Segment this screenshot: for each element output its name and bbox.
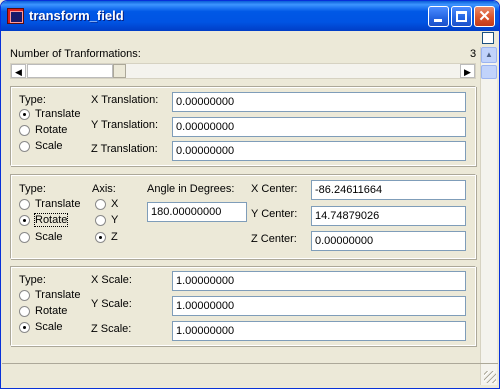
radio-dot — [19, 289, 30, 301]
radio-label: Rotate — [33, 213, 69, 227]
radio-dot — [19, 305, 30, 317]
radio-label: Scale — [35, 140, 63, 152]
radio-scale[interactable]: Scale — [19, 140, 63, 152]
corner-checkbox[interactable] — [482, 32, 494, 44]
scroll-up-button[interactable]: ▲ — [481, 47, 497, 63]
radio-label: Scale — [35, 231, 63, 243]
y-center-label: Y Center: — [251, 208, 298, 220]
radio-axis-x[interactable]: X — [95, 198, 118, 210]
radio-dot — [95, 214, 106, 226]
radio-label: Rotate — [35, 124, 68, 136]
minimize-icon — [434, 19, 442, 22]
y-translation-label: Y Translation: — [91, 119, 159, 131]
resize-grip-icon[interactable] — [484, 371, 496, 383]
chevron-right-icon: ▶ — [464, 67, 471, 77]
num-transformations-value: 3 — [470, 48, 477, 60]
radio-dot — [19, 124, 30, 136]
radio-translate[interactable]: Translate — [19, 289, 80, 301]
radio-scale[interactable]: Scale — [19, 321, 63, 333]
radio-label: Rotate — [35, 305, 68, 317]
radio-label: Translate — [35, 198, 81, 210]
slider-left-button[interactable]: ◀ — [11, 64, 26, 78]
radio-label: Y — [111, 214, 119, 226]
x-center-label: X Center: — [251, 183, 298, 195]
maximize-icon — [456, 11, 467, 22]
radio-label: Translate — [35, 108, 81, 120]
y-translation-field[interactable]: 0.00000000 — [172, 117, 466, 137]
axis-label: Axis: — [92, 183, 116, 195]
status-bar — [2, 363, 498, 385]
angle-label: Angle in Degrees: — [147, 183, 235, 195]
app-icon[interactable] — [7, 8, 24, 24]
type-label: Type: — [19, 94, 46, 106]
radio-dot — [95, 198, 106, 210]
radio-label: Scale — [35, 321, 63, 333]
close-icon: ✕ — [478, 8, 491, 25]
slider-track — [27, 64, 113, 78]
z-scale-label: Z Scale: — [91, 323, 132, 335]
slider-right-button[interactable]: ▶ — [460, 64, 475, 78]
radio-rotate[interactable]: Rotate — [19, 213, 69, 227]
radio-translate[interactable]: Translate — [19, 108, 80, 120]
y-center-field[interactable]: 14.74879026 — [311, 206, 466, 226]
transform-field-window: transform_field ✕ ▲ Number of Tranformat… — [0, 0, 500, 389]
chevron-left-icon: ◀ — [15, 67, 22, 77]
maximize-button[interactable] — [451, 6, 472, 27]
x-translation-label: X Translation: — [91, 94, 159, 106]
z-center-label: Z Center: — [251, 233, 297, 245]
slider-knob[interactable] — [113, 64, 126, 78]
radio-dot — [19, 198, 30, 210]
radio-dot — [19, 108, 30, 120]
x-scale-field[interactable]: 1.00000000 — [172, 271, 466, 291]
radio-dot — [19, 321, 30, 333]
y-scale-field[interactable]: 1.00000000 — [172, 296, 466, 316]
window-title: transform_field — [29, 8, 124, 23]
radio-label: Z — [111, 231, 118, 243]
num-transformations-slider[interactable]: ◀ ▶ — [10, 63, 476, 79]
num-transformations-label: Number of Tranformations: — [10, 48, 141, 60]
angle-field[interactable]: 180.00000000 — [147, 202, 247, 222]
vertical-scrollbar[interactable]: ▲ — [480, 47, 497, 385]
z-center-field[interactable]: 0.00000000 — [311, 231, 466, 251]
transform-panel-3: Type: Translate Rotate Scale X Scale: Y … — [10, 266, 476, 346]
radio-rotate[interactable]: Rotate — [19, 124, 67, 136]
z-translation-label: Z Translation: — [91, 143, 158, 155]
radio-dot — [95, 231, 106, 243]
radio-axis-z[interactable]: Z — [95, 231, 118, 243]
radio-label: X — [111, 198, 119, 210]
radio-dot — [19, 231, 30, 243]
y-scale-label: Y Scale: — [91, 298, 132, 310]
type-label: Type: — [19, 183, 46, 195]
radio-translate[interactable]: Translate — [19, 198, 80, 210]
z-translation-field[interactable]: 0.00000000 — [172, 141, 466, 161]
x-center-field[interactable]: -86.24611664 — [311, 180, 466, 200]
type-label: Type: — [19, 274, 46, 286]
title-bar[interactable]: transform_field ✕ — [1, 1, 499, 31]
radio-dot — [19, 214, 30, 226]
transform-panel-2: Type: Translate Rotate Scale Axis: X Y Z… — [10, 174, 476, 259]
x-translation-field[interactable]: 0.00000000 — [172, 92, 466, 112]
radio-label: Translate — [35, 289, 81, 301]
minimize-button[interactable] — [428, 6, 449, 27]
radio-rotate[interactable]: Rotate — [19, 305, 67, 317]
x-scale-label: X Scale: — [91, 274, 132, 286]
scroll-thumb[interactable] — [481, 65, 497, 79]
radio-dot — [19, 140, 30, 152]
radio-axis-y[interactable]: Y — [95, 214, 118, 226]
close-button[interactable]: ✕ — [474, 6, 495, 27]
radio-scale[interactable]: Scale — [19, 231, 63, 243]
chevron-up-icon: ▲ — [485, 50, 493, 59]
transform-panel-1: Type: Translate Rotate Scale X Translati… — [10, 86, 476, 166]
z-scale-field[interactable]: 1.00000000 — [172, 321, 466, 341]
